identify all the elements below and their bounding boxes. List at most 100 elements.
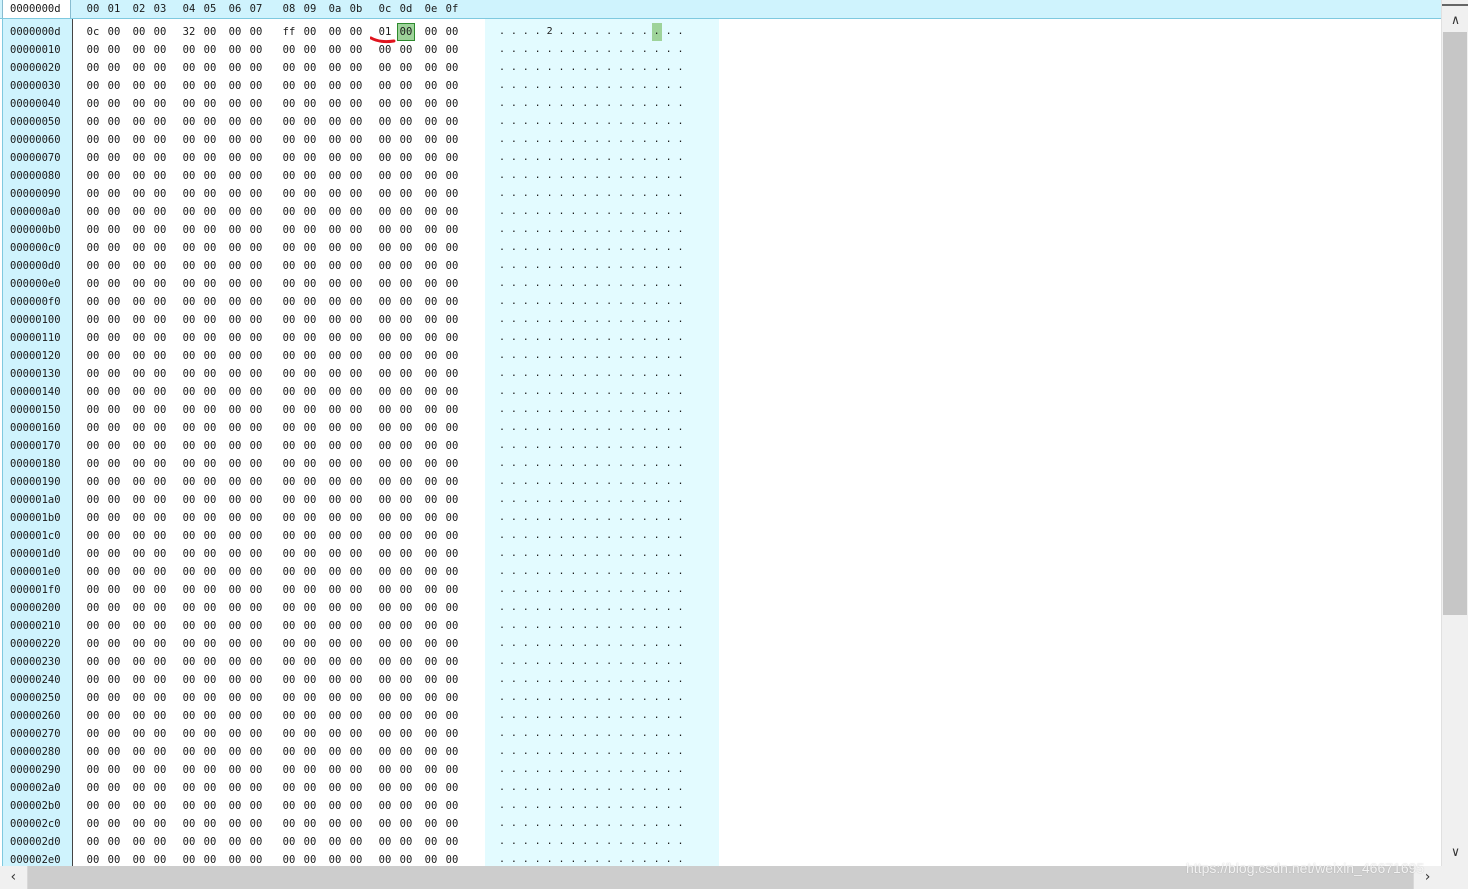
ascii-char-cell[interactable]: . <box>592 149 602 167</box>
ascii-char-cell[interactable]: . <box>676 617 686 635</box>
ascii-char-cell[interactable]: . <box>557 167 567 185</box>
hex-row[interactable]: 00 00 00 00 00 00 00 00 00 00 00 00 00 00 00 00........… <box>0 221 1441 239</box>
hex-byte-cell[interactable]: 00 <box>199 311 221 329</box>
ascii-char-cell[interactable]: . <box>509 383 519 401</box>
hex-byte-cell[interactable]: 00 <box>395 455 417 473</box>
ascii-char-cell[interactable]: . <box>604 635 614 653</box>
hex-byte-cell[interactable]: 00 <box>103 347 125 365</box>
hex-byte-cell[interactable]: 00 <box>345 311 367 329</box>
hex-byte-cell[interactable]: 00 <box>178 257 200 275</box>
hex-byte-cell[interactable]: 00 <box>345 815 367 833</box>
hex-byte-cell[interactable]: 00 <box>299 455 321 473</box>
hex-row[interactable]: 00 00 00 00 00 00 00 00 00 00 00 00 00 00 00 00........… <box>0 509 1441 527</box>
ascii-char-cell[interactable]: . <box>640 581 650 599</box>
ascii-char-cell[interactable]: . <box>616 203 626 221</box>
hex-byte-cell[interactable]: 00 <box>324 23 346 41</box>
ascii-char-cell[interactable]: . <box>676 59 686 77</box>
ascii-char-cell[interactable]: . <box>664 815 674 833</box>
hex-byte-cell[interactable]: 00 <box>441 311 463 329</box>
ascii-char-cell[interactable]: . <box>664 545 674 563</box>
hex-byte-cell[interactable]: 00 <box>128 599 150 617</box>
hex-byte-cell[interactable]: 00 <box>199 689 221 707</box>
ascii-char-cell[interactable]: . <box>628 41 638 59</box>
ascii-char-cell[interactable]: . <box>545 707 555 725</box>
ascii-char-cell[interactable]: . <box>628 581 638 599</box>
hex-byte-cell[interactable]: 00 <box>82 437 104 455</box>
ascii-char-cell[interactable]: . <box>664 203 674 221</box>
hex-byte-cell[interactable]: 00 <box>324 743 346 761</box>
hex-byte-cell[interactable]: 00 <box>178 185 200 203</box>
ascii-char-cell[interactable]: . <box>580 347 590 365</box>
ascii-char-cell[interactable]: . <box>664 509 674 527</box>
ascii-char-cell[interactable]: . <box>616 707 626 725</box>
hex-byte-cell[interactable]: 00 <box>345 185 367 203</box>
ascii-char-cell[interactable]: . <box>676 311 686 329</box>
hex-byte-cell[interactable]: 00 <box>441 833 463 851</box>
hex-byte-cell[interactable]: 00 <box>278 167 300 185</box>
hex-byte-cell[interactable]: 00 <box>441 347 463 365</box>
ascii-char-cell[interactable]: . <box>640 275 650 293</box>
ascii-char-cell[interactable]: . <box>545 257 555 275</box>
ascii-char-cell[interactable]: . <box>521 131 531 149</box>
hex-byte-cell[interactable]: 00 <box>441 725 463 743</box>
hex-byte-cell[interactable]: 00 <box>178 815 200 833</box>
hex-byte-cell[interactable]: 00 <box>224 779 246 797</box>
hex-byte-cell[interactable]: 00 <box>374 833 396 851</box>
ascii-char-cell[interactable]: . <box>580 599 590 617</box>
hex-byte-cell[interactable]: 00 <box>128 419 150 437</box>
hex-byte-cell[interactable]: 00 <box>128 635 150 653</box>
ascii-char-cell[interactable]: . <box>676 95 686 113</box>
hex-byte-cell[interactable]: 00 <box>82 833 104 851</box>
ascii-char-cell[interactable]: . <box>557 131 567 149</box>
hex-byte-cell[interactable]: 00 <box>278 725 300 743</box>
ascii-char-cell[interactable]: . <box>592 257 602 275</box>
ascii-char-cell[interactable]: . <box>652 383 662 401</box>
ascii-char-cell[interactable]: . <box>497 365 507 383</box>
ascii-char-cell[interactable]: . <box>521 851 531 866</box>
hex-byte-cell[interactable]: 00 <box>82 419 104 437</box>
hex-byte-cell[interactable]: 00 <box>420 635 442 653</box>
ascii-char-cell[interactable]: . <box>676 707 686 725</box>
ascii-char-cell[interactable]: . <box>545 383 555 401</box>
ascii-char-cell[interactable]: . <box>676 473 686 491</box>
hex-byte-cell[interactable]: 00 <box>299 41 321 59</box>
ascii-char-cell[interactable]: . <box>604 383 614 401</box>
ascii-char-cell[interactable]: . <box>604 779 614 797</box>
ascii-char-cell[interactable]: . <box>557 275 567 293</box>
ascii-char-cell[interactable]: . <box>521 149 531 167</box>
hex-byte-cell[interactable]: 00 <box>324 815 346 833</box>
hex-byte-cell[interactable]: 00 <box>149 833 171 851</box>
ascii-char-cell[interactable]: . <box>604 599 614 617</box>
hex-byte-cell[interactable]: 00 <box>278 473 300 491</box>
hex-byte-cell[interactable]: 00 <box>278 203 300 221</box>
ascii-char-cell[interactable]: . <box>604 113 614 131</box>
hex-byte-cell[interactable]: 00 <box>299 761 321 779</box>
ascii-char-cell[interactable]: . <box>533 329 543 347</box>
hex-byte-cell[interactable]: 00 <box>103 167 125 185</box>
ascii-char-cell[interactable]: . <box>580 203 590 221</box>
hex-byte-cell[interactable]: 00 <box>82 311 104 329</box>
ascii-char-cell[interactable]: . <box>521 473 531 491</box>
ascii-char-cell[interactable]: . <box>580 257 590 275</box>
ascii-char-cell[interactable]: . <box>616 113 626 131</box>
ascii-char-cell[interactable]: . <box>604 563 614 581</box>
ascii-char-cell[interactable]: . <box>580 617 590 635</box>
ascii-char-cell[interactable]: . <box>557 311 567 329</box>
hex-row[interactable]: 00 00 00 00 00 00 00 00 00 00 00 00 00 00 00 00........… <box>0 707 1441 725</box>
hex-byte-cell[interactable]: 00 <box>420 653 442 671</box>
ascii-char-cell[interactable]: . <box>640 401 650 419</box>
ascii-char-cell[interactable]: . <box>497 347 507 365</box>
ascii-char-cell[interactable]: . <box>676 131 686 149</box>
ascii-char-cell[interactable]: . <box>592 599 602 617</box>
hex-byte-cell[interactable]: 00 <box>245 41 267 59</box>
ascii-char-cell[interactable]: . <box>616 419 626 437</box>
ascii-char-cell[interactable]: . <box>568 833 578 851</box>
hex-byte-cell[interactable]: 00 <box>374 707 396 725</box>
ascii-char-cell[interactable]: . <box>509 779 519 797</box>
hex-byte-cell[interactable]: 00 <box>149 239 171 257</box>
hex-byte-cell[interactable]: 00 <box>420 509 442 527</box>
ascii-char-cell[interactable]: . <box>592 563 602 581</box>
ascii-char-cell[interactable]: . <box>628 545 638 563</box>
ascii-char-cell[interactable]: . <box>509 185 519 203</box>
hex-byte-cell[interactable]: 00 <box>224 617 246 635</box>
